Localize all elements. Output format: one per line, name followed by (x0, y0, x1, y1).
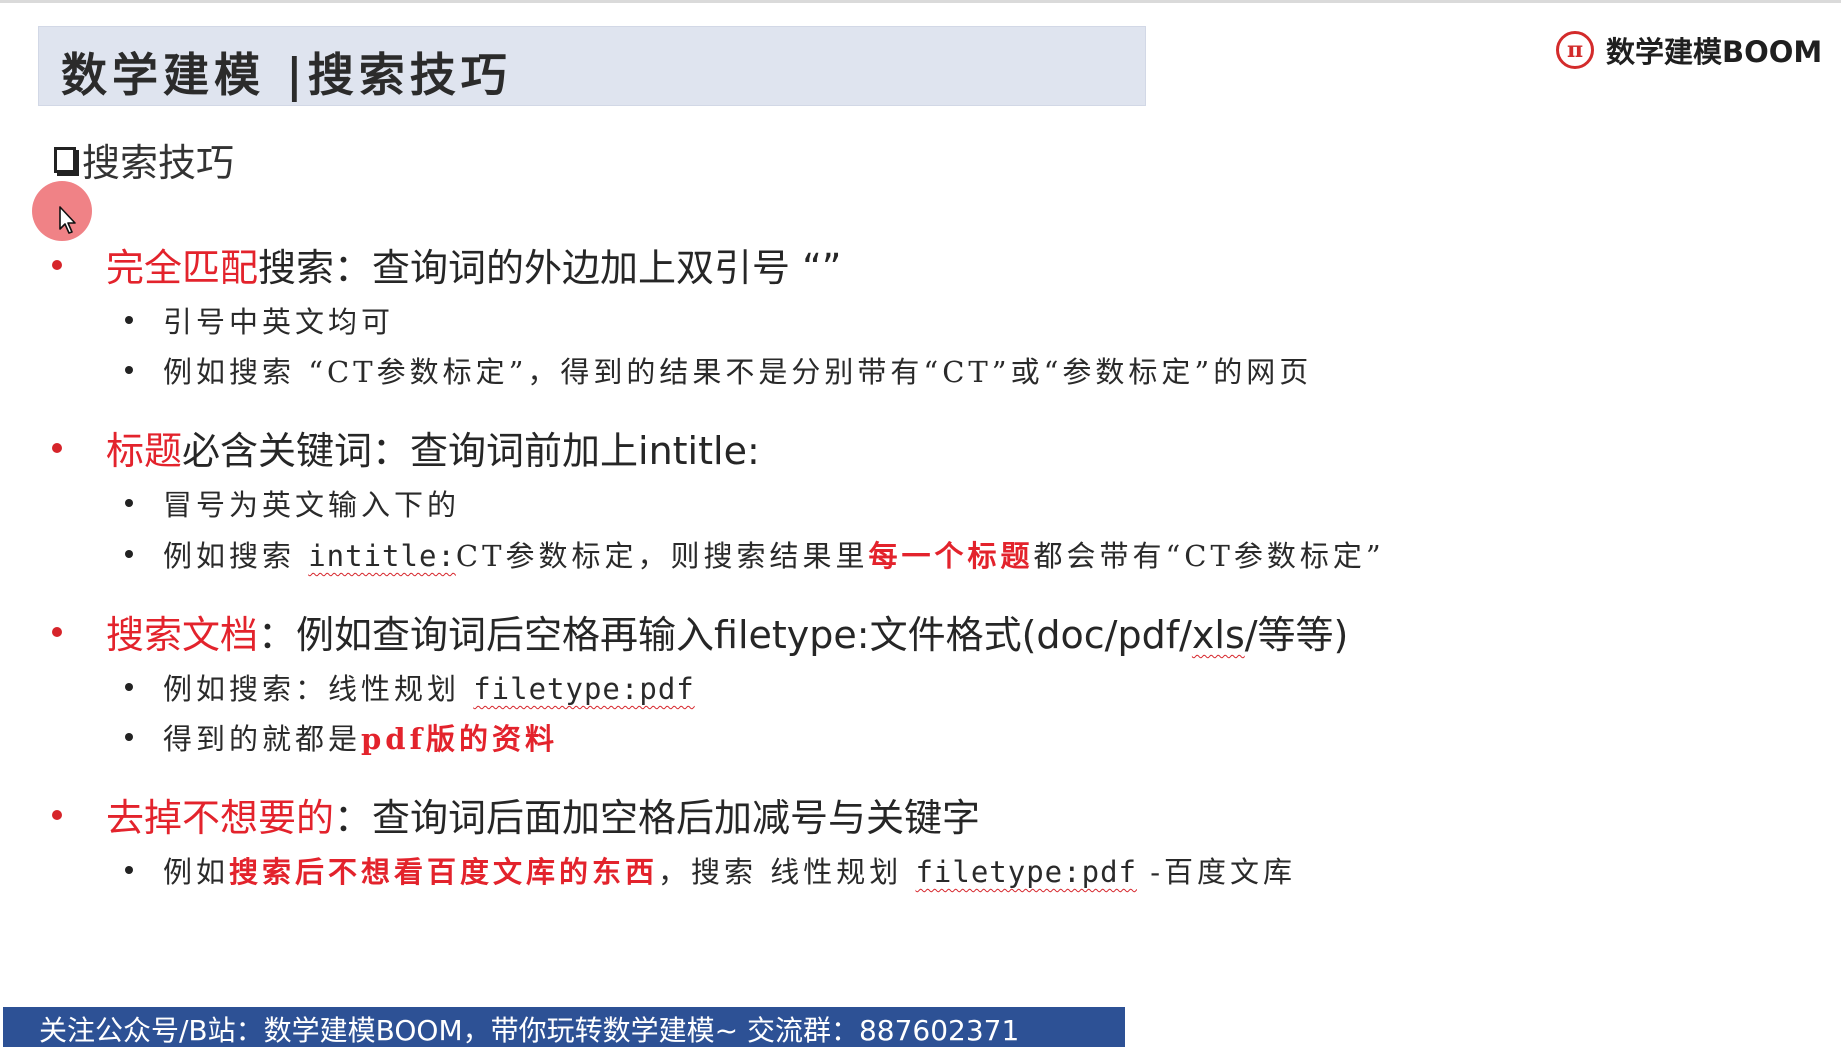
text-segment: 得到的就都是 (163, 722, 362, 756)
bullet-dot (125, 550, 133, 558)
checkbox-icon (54, 146, 76, 173)
sub-bullet-text: 得到的就都是pdf版的资料 (163, 716, 558, 758)
bullet-rest: ：例如查询词后空格再输入filetype:文件格式(doc/pdf/ (258, 613, 1192, 657)
bullet-dot (52, 259, 62, 270)
bullet-exclude: 去掉不想要的：查询词后面加空格后加减号与关键字 (52, 787, 980, 842)
mouse-cursor-icon (59, 206, 76, 234)
bullet-highlight: 完全匹配 (106, 246, 259, 290)
bullet-filetype: 搜索文档：例如查询词后空格再输入filetype:文件格式(doc/pdf/xl… (52, 604, 1348, 659)
sub-bullet-text: 例如搜索后不想看百度文库的东西，搜索 线性规划 filetype:pdf -百度… (163, 849, 1296, 891)
emphasis-text: pdf版的资料 (361, 722, 559, 756)
sub-bullet: 例如搜索后不想看百度文库的东西，搜索 线性规划 filetype:pdf -百度… (125, 849, 1296, 891)
bullet-dot (125, 366, 133, 374)
section-heading: 搜索技巧 (54, 132, 234, 187)
sub-bullet-text: 例如搜索 intitle:CT参数标定，则搜索结果里每一个标题都会带有“CT参数… (163, 533, 1385, 575)
sub-bullet-text: 例如搜索：线性规划 filetype:pdf (163, 666, 695, 708)
code-keyword: filetype:pdf (473, 672, 695, 706)
bullet-highlight: 去掉不想要的 (106, 796, 335, 840)
text-segment: 例如搜索 (163, 539, 309, 573)
emphasis-text: 每一个标题 (868, 539, 1034, 573)
top-border (0, 0, 1841, 3)
bullet-text: 去掉不想要的：查询词后面加空格后加减号与关键字 (106, 787, 980, 842)
footer-banner: 关注公众号/B站：数学建模BOOM，带你玩转数学建模~ 交流群：88760237… (3, 1007, 1125, 1047)
sub-bullet: 冒号为英文输入下的 (125, 482, 460, 524)
bullet-highlight: 标题 (106, 429, 183, 473)
slide-title: 数学建模 |搜索技巧 (61, 48, 512, 102)
brand-logo: π 数学建模BOOM (1556, 28, 1822, 72)
bullet-dot (52, 442, 62, 453)
text-segment: 都会带有“CT参数标定” (1033, 539, 1385, 573)
brand-name: 数学建模BOOM (1606, 35, 1823, 69)
bullet-dot (125, 499, 133, 507)
text-segment: -百度文库 (1136, 855, 1297, 889)
footer-text: 关注公众号/B站：数学建模BOOM，带你玩转数学建模~ 交流群：88760237… (39, 1014, 1020, 1047)
bullet-text: 标题必含关键词：查询词前加上intitle: (106, 420, 760, 475)
code-keyword: intitle: (308, 539, 456, 573)
section-title: 搜索技巧 (82, 141, 235, 185)
sub-bullet: 引号中英文均可 (125, 299, 394, 341)
bullet-text: 完全匹配搜索：查询词的外边加上双引号 “” (106, 237, 841, 292)
sub-bullet-text: 冒号为英文输入下的 (163, 488, 461, 522)
text-segment: 例如搜索：线性规划 (163, 672, 474, 706)
text-segment: ，搜索 线性规划 (658, 855, 916, 889)
bullet-highlight: 搜索文档 (106, 613, 259, 657)
bullet-dot (125, 866, 133, 874)
bullet-dot (125, 683, 133, 691)
bullet-rest: 必含关键词：查询词前加上intitle: (182, 429, 760, 473)
bullet-dot (125, 316, 133, 324)
bullet-rest: ：查询词后面加空格后加减号与关键字 (334, 796, 981, 840)
emphasis-text: 搜索后不想看百度文库的东西 (229, 855, 659, 889)
bullet-exact-match: 完全匹配搜索：查询词的外边加上双引号 “” (52, 237, 841, 292)
pi-logo-icon: π (1556, 31, 1594, 69)
bullet-text: 搜索文档：例如查询词后空格再输入filetype:文件格式(doc/pdf/xl… (106, 604, 1348, 659)
sub-bullet-text: 例如搜索 “CT参数标定”，得到的结果不是分别带有“CT”或“参数标定”的网页 (163, 355, 1313, 389)
sub-bullet: 例如搜索 intitle:CT参数标定，则搜索结果里每一个标题都会带有“CT参数… (125, 533, 1385, 575)
bullet-rest: 搜索：查询词的外边加上双引号 “” (258, 246, 842, 290)
bullet-dot (52, 809, 62, 820)
bullet-dot (125, 733, 133, 741)
sub-bullet: 得到的就都是pdf版的资料 (125, 716, 558, 758)
sub-bullet-text: 引号中英文均可 (163, 305, 395, 339)
slide-title-bar: 数学建模 |搜索技巧 (38, 26, 1146, 106)
bullet-dot (52, 626, 62, 637)
bullet-rest-squiggle: xls (1191, 613, 1245, 657)
text-segment: CT参数标定，则搜索结果里 (455, 539, 869, 573)
code-keyword: filetype:pdf (915, 855, 1137, 889)
sub-bullet: 例如搜索 “CT参数标定”，得到的结果不是分别带有“CT”或“参数标定”的网页 (125, 349, 1312, 391)
sub-bullet: 例如搜索：线性规划 filetype:pdf (125, 666, 695, 708)
bullet-rest: /等等) (1244, 613, 1349, 657)
text-segment: 例如 (163, 855, 230, 889)
bullet-intitle: 标题必含关键词：查询词前加上intitle: (52, 420, 760, 475)
